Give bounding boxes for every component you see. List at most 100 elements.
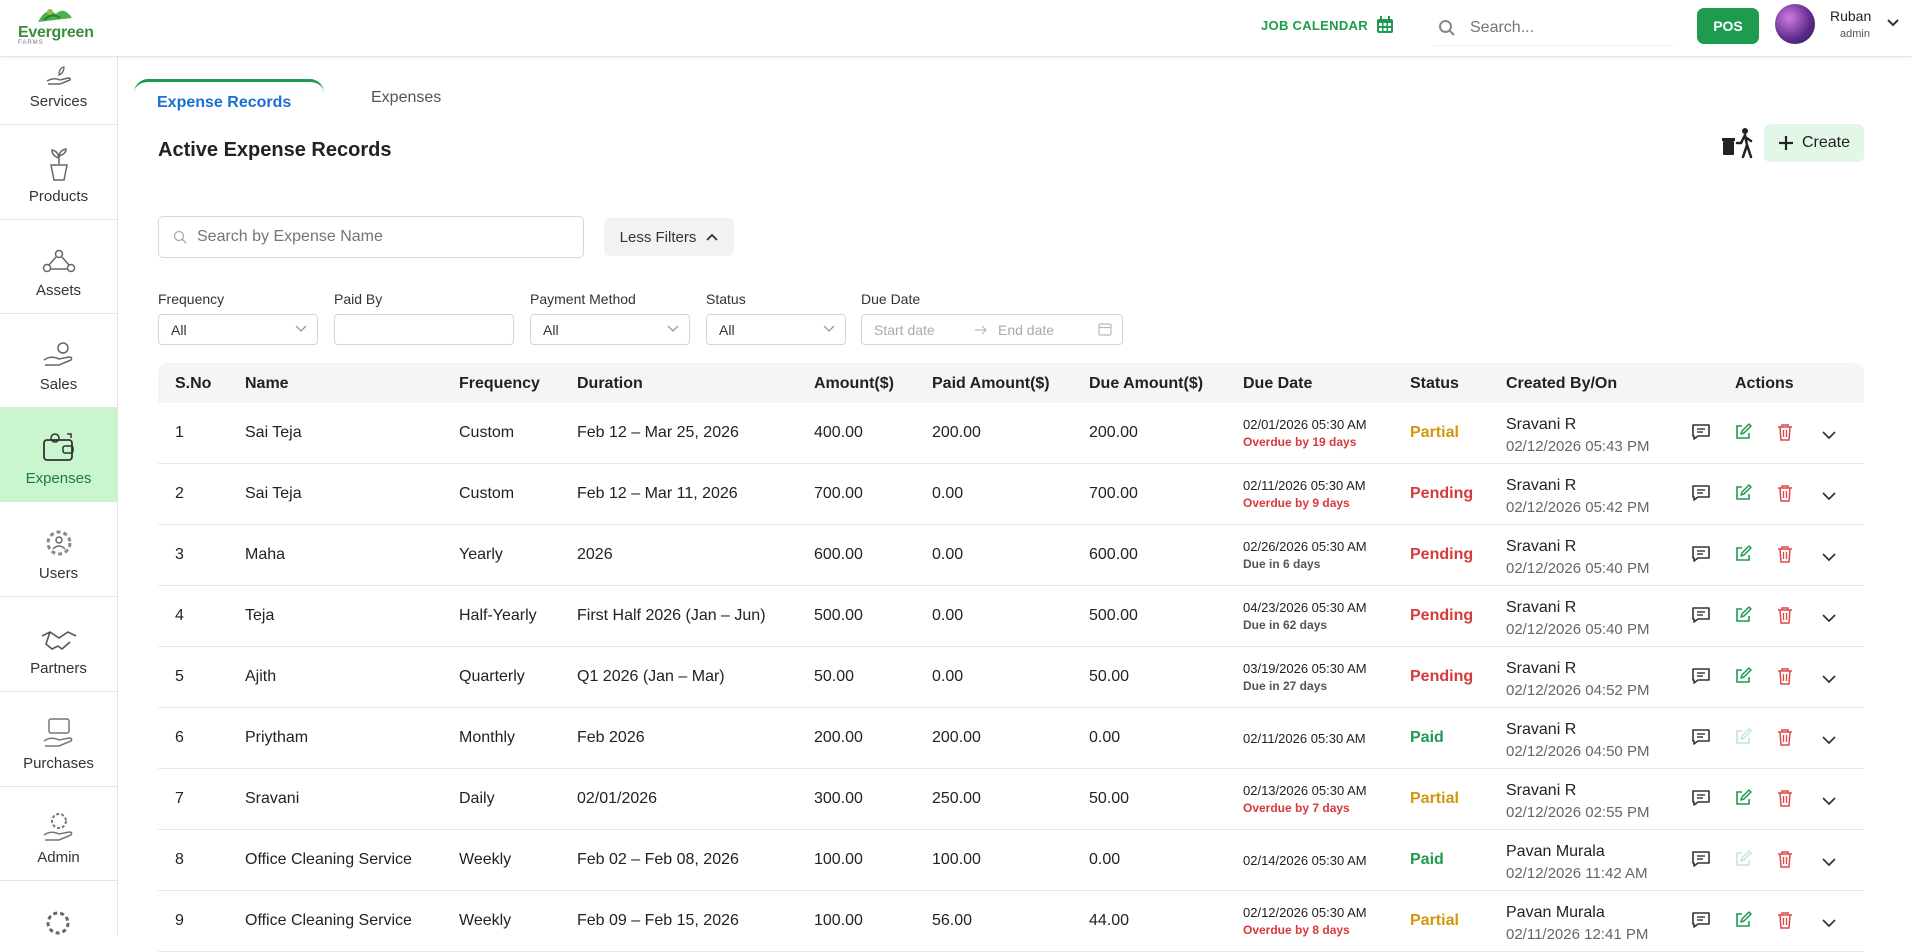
comment-button[interactable] [1691, 789, 1711, 812]
recycle-bin-button[interactable] [1721, 127, 1755, 164]
table-row[interactable]: 7 Sravani Daily 02/01/2026 300.00 250.00 50.00… [158, 769, 1864, 830]
start-date-placeholder[interactable]: Start date [874, 322, 974, 338]
due-date-range[interactable]: Start date End date [861, 314, 1123, 345]
delete-button[interactable] [1777, 606, 1793, 629]
edit-button[interactable] [1734, 911, 1752, 934]
expand-row-button[interactable] [1822, 732, 1836, 750]
comment-button[interactable] [1691, 545, 1711, 568]
table-row[interactable]: 8 Office Cleaning Service Weekly Feb 02 – F… [158, 830, 1864, 891]
table-row[interactable]: 6 Priytham Monthly Feb 2026 200.00 200.00 0.00… [158, 708, 1864, 769]
page-title: Active Expense Records [158, 139, 392, 161]
sidebar-item-admin[interactable]: Admin [0, 787, 117, 881]
frequency-select[interactable]: All [158, 314, 318, 345]
table-row[interactable]: 1 Sai Teja Custom Feb 12 – Mar 25, 2026 400.… [158, 403, 1864, 464]
create-button[interactable]: Create [1764, 124, 1864, 162]
tab-expenses[interactable]: Expenses [371, 89, 441, 107]
expand-row-button[interactable] [1822, 854, 1836, 872]
less-filters-button[interactable]: Less Filters [604, 218, 734, 256]
cell-due-amount: 700.00 [1089, 485, 1138, 502]
sidebar-item-products[interactable]: Products [0, 126, 117, 220]
cell-name: Office Cleaning Service [245, 851, 412, 868]
expand-row-button[interactable] [1822, 671, 1836, 689]
expense-search-input[interactable] [197, 228, 577, 246]
cell-duration: 02/01/2026 [577, 790, 658, 807]
cell-due-note: Due in 62 days [1243, 618, 1328, 632]
cell-amount: 500.00 [814, 607, 863, 624]
expand-row-button[interactable] [1822, 610, 1836, 628]
edit-button[interactable] [1734, 423, 1752, 446]
expand-row-button[interactable] [1822, 488, 1836, 506]
comment-button[interactable] [1691, 667, 1711, 690]
edit-icon [1736, 667, 1752, 683]
delete-button[interactable] [1777, 423, 1793, 446]
paid-by-field[interactable] [334, 314, 514, 345]
sidebar-item-users[interactable]: Users [0, 503, 117, 597]
expand-row-button[interactable] [1822, 427, 1836, 445]
delete-button[interactable] [1777, 850, 1793, 873]
sidebar-more-icon[interactable] [42, 909, 74, 935]
table-row[interactable]: 2 Sai Teja Custom Feb 12 – Mar 11, 2026 700.… [158, 464, 1864, 525]
cell-sno: 1 [175, 424, 184, 441]
cell-paid-amount: 0.00 [932, 485, 964, 502]
comment-button[interactable] [1691, 728, 1711, 751]
expand-row-button[interactable] [1822, 915, 1836, 933]
comment-button[interactable] [1691, 606, 1711, 629]
comment-button[interactable] [1691, 850, 1711, 873]
tab-expense-records[interactable]: Expense Records [134, 79, 324, 115]
sidebar-item-partners[interactable]: Partners [0, 598, 117, 692]
edit-button[interactable] [1734, 606, 1752, 629]
table-row[interactable]: 5 Ajith Quarterly Q1 2026 (Jan – Mar) 50.00 0… [158, 647, 1864, 708]
delete-button[interactable] [1777, 789, 1793, 812]
end-date-placeholder[interactable]: End date [998, 322, 1054, 338]
status-badge: Partial [1410, 790, 1459, 807]
table-row[interactable]: 9 Office Cleaning Service Weekly Feb 09 – F… [158, 891, 1864, 952]
cell-created-by: Sravani R [1506, 416, 1577, 433]
global-search-input[interactable] [1470, 18, 1660, 37]
payment-method-select[interactable]: All [530, 314, 690, 345]
sidebar-item-expenses[interactable]: Expenses [0, 408, 117, 502]
potted-plant-icon [49, 148, 68, 181]
edit-button[interactable] [1734, 728, 1752, 751]
col-status: Status [1410, 375, 1459, 392]
pos-button[interactable]: POS [1697, 8, 1759, 44]
status-select[interactable]: All [706, 314, 846, 345]
cell-sno: 3 [175, 546, 184, 563]
job-calendar-label: JOB CALENDAR [1261, 17, 1368, 33]
table-row[interactable]: 4 Teja Half-Yearly First Half 2026 (Jan – J… [158, 586, 1864, 647]
comment-button[interactable] [1691, 911, 1711, 934]
sidebar-item-assets[interactable]: Assets [0, 220, 117, 314]
edit-button[interactable] [1734, 850, 1752, 873]
comment-icon [1692, 912, 1710, 928]
cell-duration: First Half 2026 (Jan – Jun) [577, 607, 766, 624]
cell-due-date: 02/13/2026 05:30 AM [1243, 783, 1367, 798]
cell-created-by: Sravani R [1506, 721, 1577, 738]
comment-icon [1692, 729, 1710, 745]
sidebar-item-purchases[interactable]: Purchases [0, 693, 117, 787]
delete-button[interactable] [1777, 667, 1793, 690]
edit-button[interactable] [1734, 545, 1752, 568]
sidebar-item-services[interactable]: Services [0, 57, 117, 125]
chevron-down-icon [667, 325, 679, 332]
delete-button[interactable] [1777, 545, 1793, 568]
table-row[interactable]: 3 Maha Yearly 2026 600.00 0.00 600.00 02/26/202… [158, 525, 1864, 586]
delete-button[interactable] [1777, 911, 1793, 934]
cell-paid-amount: 56.00 [932, 912, 973, 929]
chevron-down-icon [1822, 614, 1836, 623]
chevron-down-icon[interactable] [1886, 18, 1900, 28]
expand-row-button[interactable] [1822, 549, 1836, 567]
comment-button[interactable] [1691, 423, 1711, 446]
avatar[interactable] [1775, 4, 1815, 44]
delete-button[interactable] [1777, 728, 1793, 751]
edit-button[interactable] [1734, 484, 1752, 507]
gear-person-icon [46, 911, 70, 935]
expand-row-button[interactable] [1822, 793, 1836, 811]
sidebar-item-label: Assets [35, 282, 81, 299]
edit-button[interactable] [1734, 667, 1752, 690]
edit-button[interactable] [1734, 789, 1752, 812]
comment-button[interactable] [1691, 484, 1711, 507]
cell-paid-amount: 0.00 [932, 668, 964, 685]
logo[interactable]: Evergreen FARMS [16, 4, 96, 50]
job-calendar-link[interactable]: JOB CALENDAR [1261, 16, 1394, 34]
delete-button[interactable] [1777, 484, 1793, 507]
sidebar-item-sales[interactable]: Sales [0, 314, 117, 408]
